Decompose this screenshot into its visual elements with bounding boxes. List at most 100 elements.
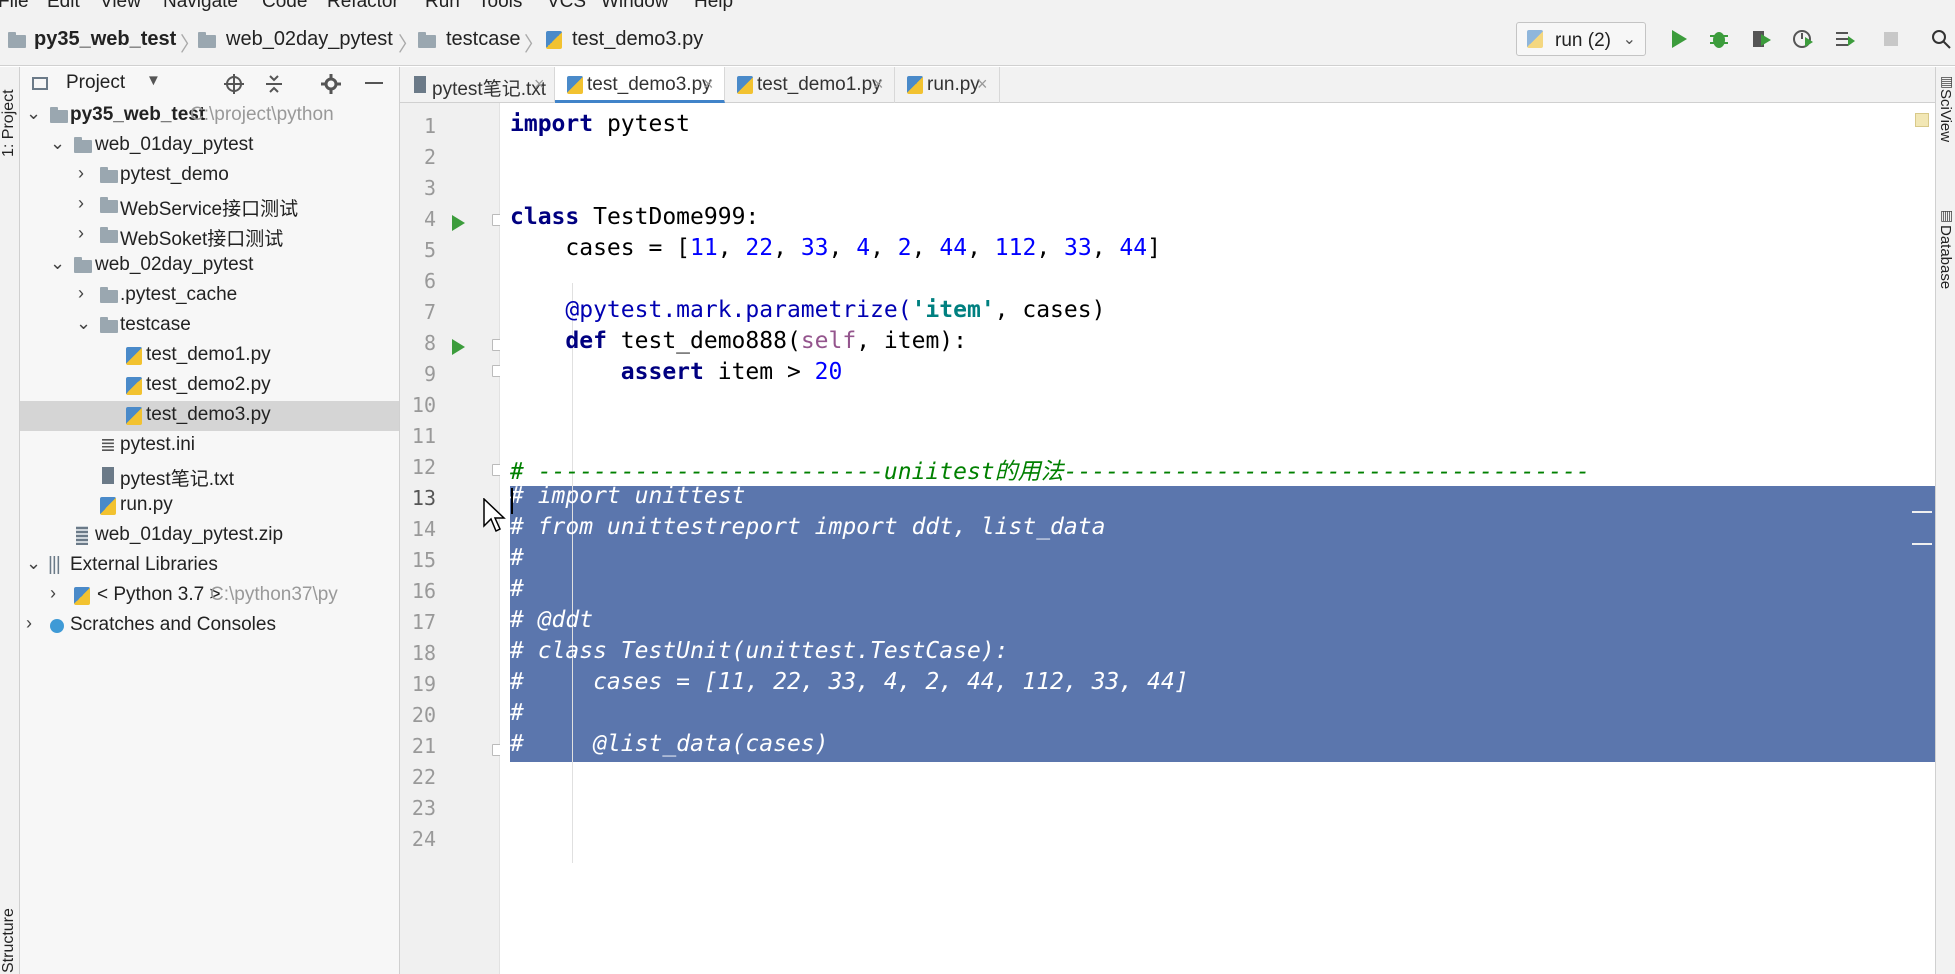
stop-icon[interactable]: [1880, 28, 1902, 50]
run-with-coverage-icon[interactable]: [1750, 28, 1772, 50]
menu-code[interactable]: Code: [262, 0, 307, 13]
line-number: 13: [411, 486, 436, 510]
project-view-select[interactable]: Project: [66, 72, 125, 94]
line-number: 22: [411, 765, 436, 789]
tree-item-folder[interactable]: ⌄ web_02day_pytest: [20, 251, 399, 281]
menu-file[interactable]: File: [0, 0, 29, 13]
profile-icon[interactable]: [1792, 28, 1814, 50]
run-test-icon[interactable]: [452, 215, 465, 231]
menu-navigate[interactable]: Navigate: [163, 0, 238, 13]
decorator: @pytest.mark.parametrize(: [510, 297, 912, 323]
python-file-icon: [546, 31, 562, 49]
tab-run[interactable]: run.py ×: [895, 67, 1000, 103]
code-line: def test_demo888(self, item):: [510, 328, 967, 359]
caret-down-icon: ▼: [146, 72, 161, 89]
sciview-tool-button[interactable]: SciView: [1937, 89, 1954, 142]
tree-item-path: C:\project\python: [190, 104, 334, 125]
folder-icon: [100, 227, 118, 243]
number-literal: 2: [897, 235, 912, 261]
line-number: 2: [423, 145, 436, 169]
tree-item-sdk[interactable]: › < Python 3.7 > C:\python37\py: [20, 581, 399, 611]
tree-item-file[interactable]: ≣ pytest.ini: [20, 431, 399, 461]
tree-item-folder[interactable]: › WebService接口测试: [20, 191, 399, 221]
folder-icon: [100, 287, 118, 303]
breadcrumb-project[interactable]: py35_web_test: [34, 28, 176, 51]
structure-tool-button[interactable]: Structure: [0, 908, 18, 973]
tree-item-label: test_demo1.py: [146, 344, 271, 365]
collapse-all-icon[interactable]: [263, 73, 285, 95]
comment-line: # class TestUnit(unittest.TestCase):: [510, 638, 1009, 664]
tree-item-file-selected[interactable]: test_demo3.py: [20, 401, 399, 431]
menu-help[interactable]: Help: [694, 0, 733, 13]
tree-item-label: Scratches and Consoles: [70, 614, 276, 635]
text-file-icon: [414, 76, 426, 93]
locate-icon[interactable]: [223, 73, 245, 95]
tab-pytest-notes[interactable]: pytest笔记.txt ×: [400, 67, 555, 103]
breadcrumb-folder[interactable]: web_02day_pytest: [226, 28, 393, 51]
folder-icon: [100, 197, 118, 213]
chevron-right-icon: ›: [78, 163, 84, 183]
editor-tab-bar: pytest笔记.txt × test_demo3.py × test_demo…: [400, 67, 1935, 103]
python-file-icon: [126, 407, 142, 425]
debug-icon[interactable]: [1708, 28, 1730, 50]
hide-icon[interactable]: [365, 82, 383, 84]
menu-window[interactable]: Window: [601, 0, 669, 13]
tab-label: pytest笔记.txt: [432, 79, 547, 100]
navigation-bar: py35_web_test 〉 web_02day_pytest 〉 testc…: [0, 14, 1955, 66]
tree-item-folder[interactable]: › WebSoket接口测试: [20, 221, 399, 251]
run-test-icon[interactable]: [452, 339, 465, 355]
right-tool-window-strip: ▤ SciView ▥ Database: [1935, 67, 1955, 974]
tab-test-demo3[interactable]: test_demo3.py ×: [555, 67, 725, 103]
editor-gutter[interactable]: 1 2 3 4 5 6 7 8 9 10 11 12 13 14 15 16 1…: [400, 103, 504, 974]
number-literal: 22: [745, 235, 774, 261]
tree-item-file[interactable]: test_demo1.py: [20, 341, 399, 371]
tree-item-folder[interactable]: ⌄ testcase: [20, 311, 399, 341]
menu-run[interactable]: Run: [425, 0, 460, 13]
line-number: 6: [423, 269, 436, 293]
line-number: 14: [411, 517, 436, 541]
code-text: , cases): [994, 297, 1106, 323]
inspection-status-icon[interactable]: [1915, 113, 1929, 127]
search-icon[interactable]: [1930, 28, 1952, 50]
database-tool-button[interactable]: Database: [1937, 225, 1954, 289]
close-icon[interactable]: ×: [873, 74, 884, 95]
gear-icon[interactable]: [320, 73, 342, 95]
tree-item-file[interactable]: test_demo2.py: [20, 371, 399, 401]
tree-item-file[interactable]: web_01day_pytest.zip: [20, 521, 399, 551]
menu-refactor[interactable]: Refactor: [327, 0, 399, 13]
tree-item-label: testcase: [120, 314, 191, 335]
breadcrumb-file[interactable]: test_demo3.py: [572, 28, 703, 51]
line-number: 24: [411, 827, 436, 851]
tree-item-folder[interactable]: ⌄ web_01day_pytest: [20, 131, 399, 161]
tree-item-file[interactable]: run.py: [20, 491, 399, 521]
tab-test-demo1[interactable]: test_demo1.py ×: [725, 67, 895, 103]
tree-item-folder[interactable]: › pytest_demo: [20, 161, 399, 191]
menu-vcs[interactable]: VCS: [547, 0, 586, 13]
code-text: test_demo888(: [606, 328, 801, 354]
breadcrumb-folder[interactable]: testcase: [446, 28, 520, 51]
folder-icon: [100, 317, 118, 333]
run-configuration-select[interactable]: run (2) ⌄: [1516, 22, 1646, 56]
close-icon[interactable]: ×: [703, 74, 714, 95]
tree-item-external-libraries[interactable]: ⌄ ||| External Libraries: [20, 551, 399, 581]
tree-item-scratches[interactable]: › Scratches and Consoles: [20, 611, 399, 641]
line-number: 16: [411, 579, 436, 603]
tree-item-label: pytest.ini: [120, 434, 195, 455]
tree-item-project-root[interactable]: ⌄ py35_web_test C:\project\python: [20, 101, 399, 131]
close-icon[interactable]: ×: [977, 74, 988, 95]
menu-edit[interactable]: Edit: [47, 0, 80, 13]
tree-item-file[interactable]: pytest笔记.txt: [20, 461, 399, 491]
code-line: @pytest.mark.parametrize('item', cases): [510, 297, 1105, 328]
project-tool-button[interactable]: 1: Project: [0, 89, 18, 157]
comment-line: # @list_data(cases): [510, 731, 829, 757]
tab-label: test_demo1.py: [757, 74, 882, 95]
close-icon[interactable]: ×: [534, 74, 545, 95]
code-editor[interactable]: import pytest class TestDome999: cases =…: [500, 103, 1935, 974]
run-concurrency-icon[interactable]: [1834, 28, 1856, 50]
menu-view[interactable]: View: [100, 0, 141, 13]
menu-tools[interactable]: Tools: [478, 0, 522, 13]
tree-item-label: test_demo3.py: [146, 404, 271, 425]
tree-item-folder[interactable]: › .pytest_cache: [20, 281, 399, 311]
keyword: assert: [510, 359, 704, 385]
run-icon[interactable]: [1668, 28, 1690, 50]
